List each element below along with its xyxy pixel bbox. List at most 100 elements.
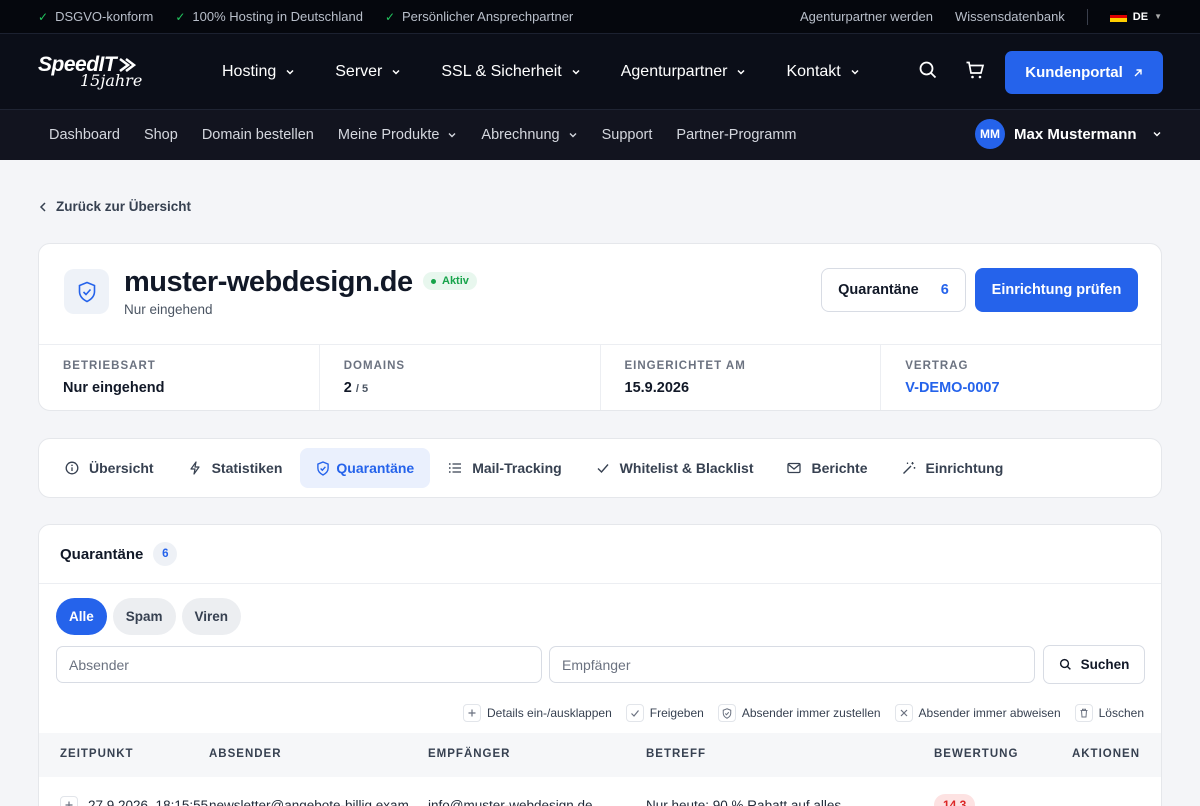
magic-wand-icon [902,462,915,474]
nav-server[interactable]: Server [335,63,401,81]
chevron-down-icon [448,133,456,138]
feature-contact: ✓ Persönlicher Ansprechpartner [384,9,574,24]
tab-quarantaene[interactable]: Quarantäne [300,448,431,488]
quarantine-card: Quarantäne 6 Alle Spam Viren Suchen Deta… [38,524,1162,806]
col-empfaenger[interactable]: EMPFÄNGER [428,748,510,760]
main-nav: SpeedIT 15jahre Hosting Server SSL & Sic… [0,34,1200,110]
domain-title: muster-webdesign.de [124,266,413,298]
shield-check-icon [317,460,330,476]
logo[interactable]: SpeedIT 15jahre [38,53,142,90]
action-toggle-details[interactable]: Details ein-/ausklappen [463,704,612,722]
subnav-shop[interactable]: Shop [144,127,178,143]
search-button[interactable]: Suchen [1043,645,1145,684]
action-release[interactable]: Freigeben [625,704,704,722]
action-always-deliver[interactable]: Absender immer zustellen [717,704,881,722]
domain-subtitle: Nur eingehend [124,302,213,317]
domain-header-card: muster-webdesign.de Aktiv Nur eingehend … [38,243,1162,411]
chevron-left-icon [39,201,46,212]
cart-icon[interactable] [965,60,985,80]
feature-hosting: ✓ 100% Hosting in Deutschland [175,9,363,24]
check-icon: ✓ [38,9,49,24]
stat-domains: DOMAINS 2 / 5 [320,345,601,410]
kundenportal-button[interactable]: Kundenportal [1005,51,1163,94]
subnav-dashboard[interactable]: Dashboard [49,127,120,143]
tab-statistiken[interactable]: Statistiken [172,448,299,488]
back-link[interactable]: Zurück zur Übersicht [39,199,191,214]
avatar: MM [975,119,1005,149]
stat-vertrag: VERTRAG V-DEMO-0007 [881,345,1161,410]
user-name: Max Mustermann [1014,125,1137,143]
col-absender[interactable]: ABSENDER [209,748,282,760]
chevron-down-icon [572,69,580,75]
action-always-reject[interactable]: Absender immer abweisen [894,704,1061,722]
chevron-down-icon [737,69,745,75]
row-score-badge: 14.3 [934,794,976,806]
subnav-domain-bestellen[interactable]: Domain bestellen [202,127,314,143]
filter-viren[interactable]: Viren [181,598,242,635]
check-icon [625,704,644,722]
tab-whitelist-blacklist[interactable]: Whitelist & Blacklist [580,448,770,488]
col-bewertung[interactable]: BEWERTUNG [934,748,1018,760]
external-arrow-icon [1134,68,1142,76]
chevron-down-icon [286,69,294,75]
caret-down-icon: ▼ [1154,12,1162,21]
check-setup-button[interactable]: Einrichtung prüfen [975,268,1138,312]
contract-link[interactable]: V-DEMO-0007 [905,380,1137,396]
list-icon [449,463,462,473]
shield-check-icon [717,704,736,722]
user-menu[interactable]: MM Max Mustermann [975,119,1162,149]
table-row[interactable]: 27.9.2026, 18:15:55 newsletter@angebote-… [39,777,1161,806]
tab-einrichtung[interactable]: Einrichtung [886,448,1020,488]
subnav-partner-programm[interactable]: Partner-Programm [676,127,796,143]
table-header: ZEITPUNKT ABSENDER EMPFÄNGER BETREFF BEW… [39,733,1161,777]
chevron-down-icon [1153,132,1161,137]
col-zeitpunkt[interactable]: ZEITPUNKT [60,748,134,760]
subnav-meine-produkte[interactable]: Meine Produkte [338,127,458,143]
bolt-icon [189,461,200,475]
status-badge: Aktiv [423,272,477,290]
row-time: 27.9.2026, 18:15:55 [88,798,209,806]
close-icon [894,704,913,722]
row-sender: newsletter@angebote-billig.exam [209,798,409,806]
tab-mail-tracking[interactable]: Mail-Tracking [432,448,577,488]
language-switcher[interactable]: DE ▼ [1109,11,1162,23]
quarantine-button[interactable]: Quarantäne 6 [821,268,966,312]
quarantine-header: Quarantäne 6 [39,525,1161,584]
divider [1086,8,1088,25]
col-aktionen: AKTIONEN [1071,748,1140,760]
col-betreff[interactable]: BETREFF [646,748,706,760]
tab-uebersicht[interactable]: Übersicht [49,448,170,488]
shield-check-icon [78,281,95,302]
link-wissensdatenbank[interactable]: Wissensdatenbank [955,9,1065,24]
check-icon: ✓ [175,9,186,24]
check-icon: ✓ [384,9,395,24]
bulk-actions: Details ein-/ausklappen Freigeben Absend… [463,704,1144,722]
filter-alle[interactable]: Alle [56,598,107,635]
search-icon[interactable] [918,60,938,80]
chevron-down-icon [569,133,577,138]
link-agenturpartner-werden[interactable]: Agenturpartner werden [800,9,933,24]
subnav-support[interactable]: Support [602,127,653,143]
speed-arrow-icon [119,58,137,72]
feature-dsgvo: ✓ DSGVO-konform [38,9,154,24]
row-subject: Nur heute: 90 % Rabatt auf alles [646,798,842,806]
status-dot [431,278,436,284]
filter-pills: Alle Spam Viren [56,598,242,635]
search-icon [1059,658,1071,670]
domain-icon-box [64,269,109,314]
check-icon [597,464,609,474]
action-delete[interactable]: Löschen [1074,704,1144,722]
recipient-input[interactable] [549,646,1035,683]
nav-agenturpartner[interactable]: Agenturpartner [621,63,747,81]
nav-ssl[interactable]: SSL & Sicherheit [441,63,580,81]
sender-input[interactable] [56,646,542,683]
nav-hosting[interactable]: Hosting [222,63,295,81]
subnav-abrechnung[interactable]: Abrechnung [481,127,577,143]
tab-bar: Übersicht Statistiken Quarantäne Mail-Tr… [38,438,1162,498]
tab-berichte[interactable]: Berichte [771,448,883,488]
expand-row-icon[interactable] [60,796,78,806]
info-icon [65,461,79,475]
nav-kontakt[interactable]: Kontakt [786,63,859,81]
filter-spam[interactable]: Spam [112,598,176,635]
quarantine-count-badge: 6 [153,542,178,566]
